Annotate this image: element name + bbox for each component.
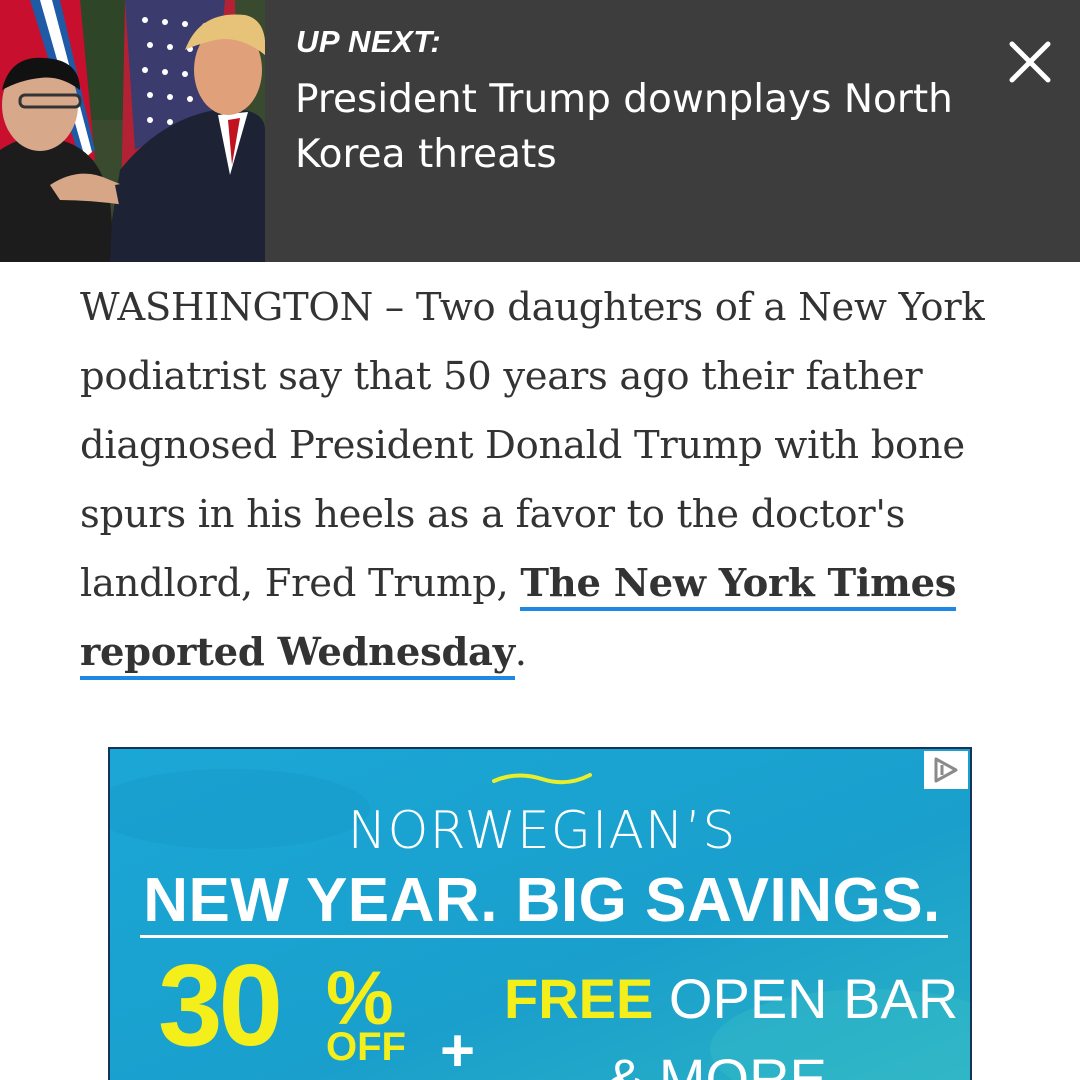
wave-logo-icon bbox=[492, 773, 592, 785]
ad-offer-rest: OPEN BAR bbox=[653, 967, 959, 1030]
article-text-end: . bbox=[514, 630, 527, 675]
close-icon[interactable] bbox=[1004, 36, 1056, 88]
ad-divider bbox=[140, 935, 948, 938]
ad-plus: + bbox=[440, 1017, 476, 1080]
up-next-thumbnail[interactable] bbox=[0, 0, 265, 262]
page: UP NEXT: President Trump downplays North… bbox=[0, 0, 1080, 1080]
ad-offer-line2: & MORE bbox=[606, 1047, 827, 1080]
ad-discount-suffix: OFF bbox=[326, 1025, 406, 1069]
norwegian-ad[interactable]: NORWEGIAN’S NEW YEAR. BIG SAVINGS. 30 % … bbox=[108, 747, 972, 1080]
ad-offer-line1: FREE OPEN BAR bbox=[504, 969, 958, 1029]
article-text: WASHINGTON – Two daughters of a New York… bbox=[80, 285, 985, 606]
ad-headline: NEW YEAR. BIG SAVINGS. bbox=[143, 866, 941, 935]
ad-discount-number: 30 bbox=[158, 940, 283, 1070]
ad-choices-icon[interactable] bbox=[924, 751, 968, 789]
ad-offer-highlight: FREE bbox=[504, 967, 654, 1030]
up-next-banner[interactable]: UP NEXT: President Trump downplays North… bbox=[0, 0, 1080, 262]
ad-brand: NORWEGIAN’S bbox=[347, 801, 737, 861]
up-next-headline[interactable]: President Trump downplays North Korea th… bbox=[295, 72, 1005, 182]
article-paragraph: WASHINGTON – Two daughters of a New York… bbox=[80, 273, 1010, 687]
thumbnail-photo bbox=[0, 0, 265, 262]
up-next-label: UP NEXT: bbox=[296, 24, 442, 59]
